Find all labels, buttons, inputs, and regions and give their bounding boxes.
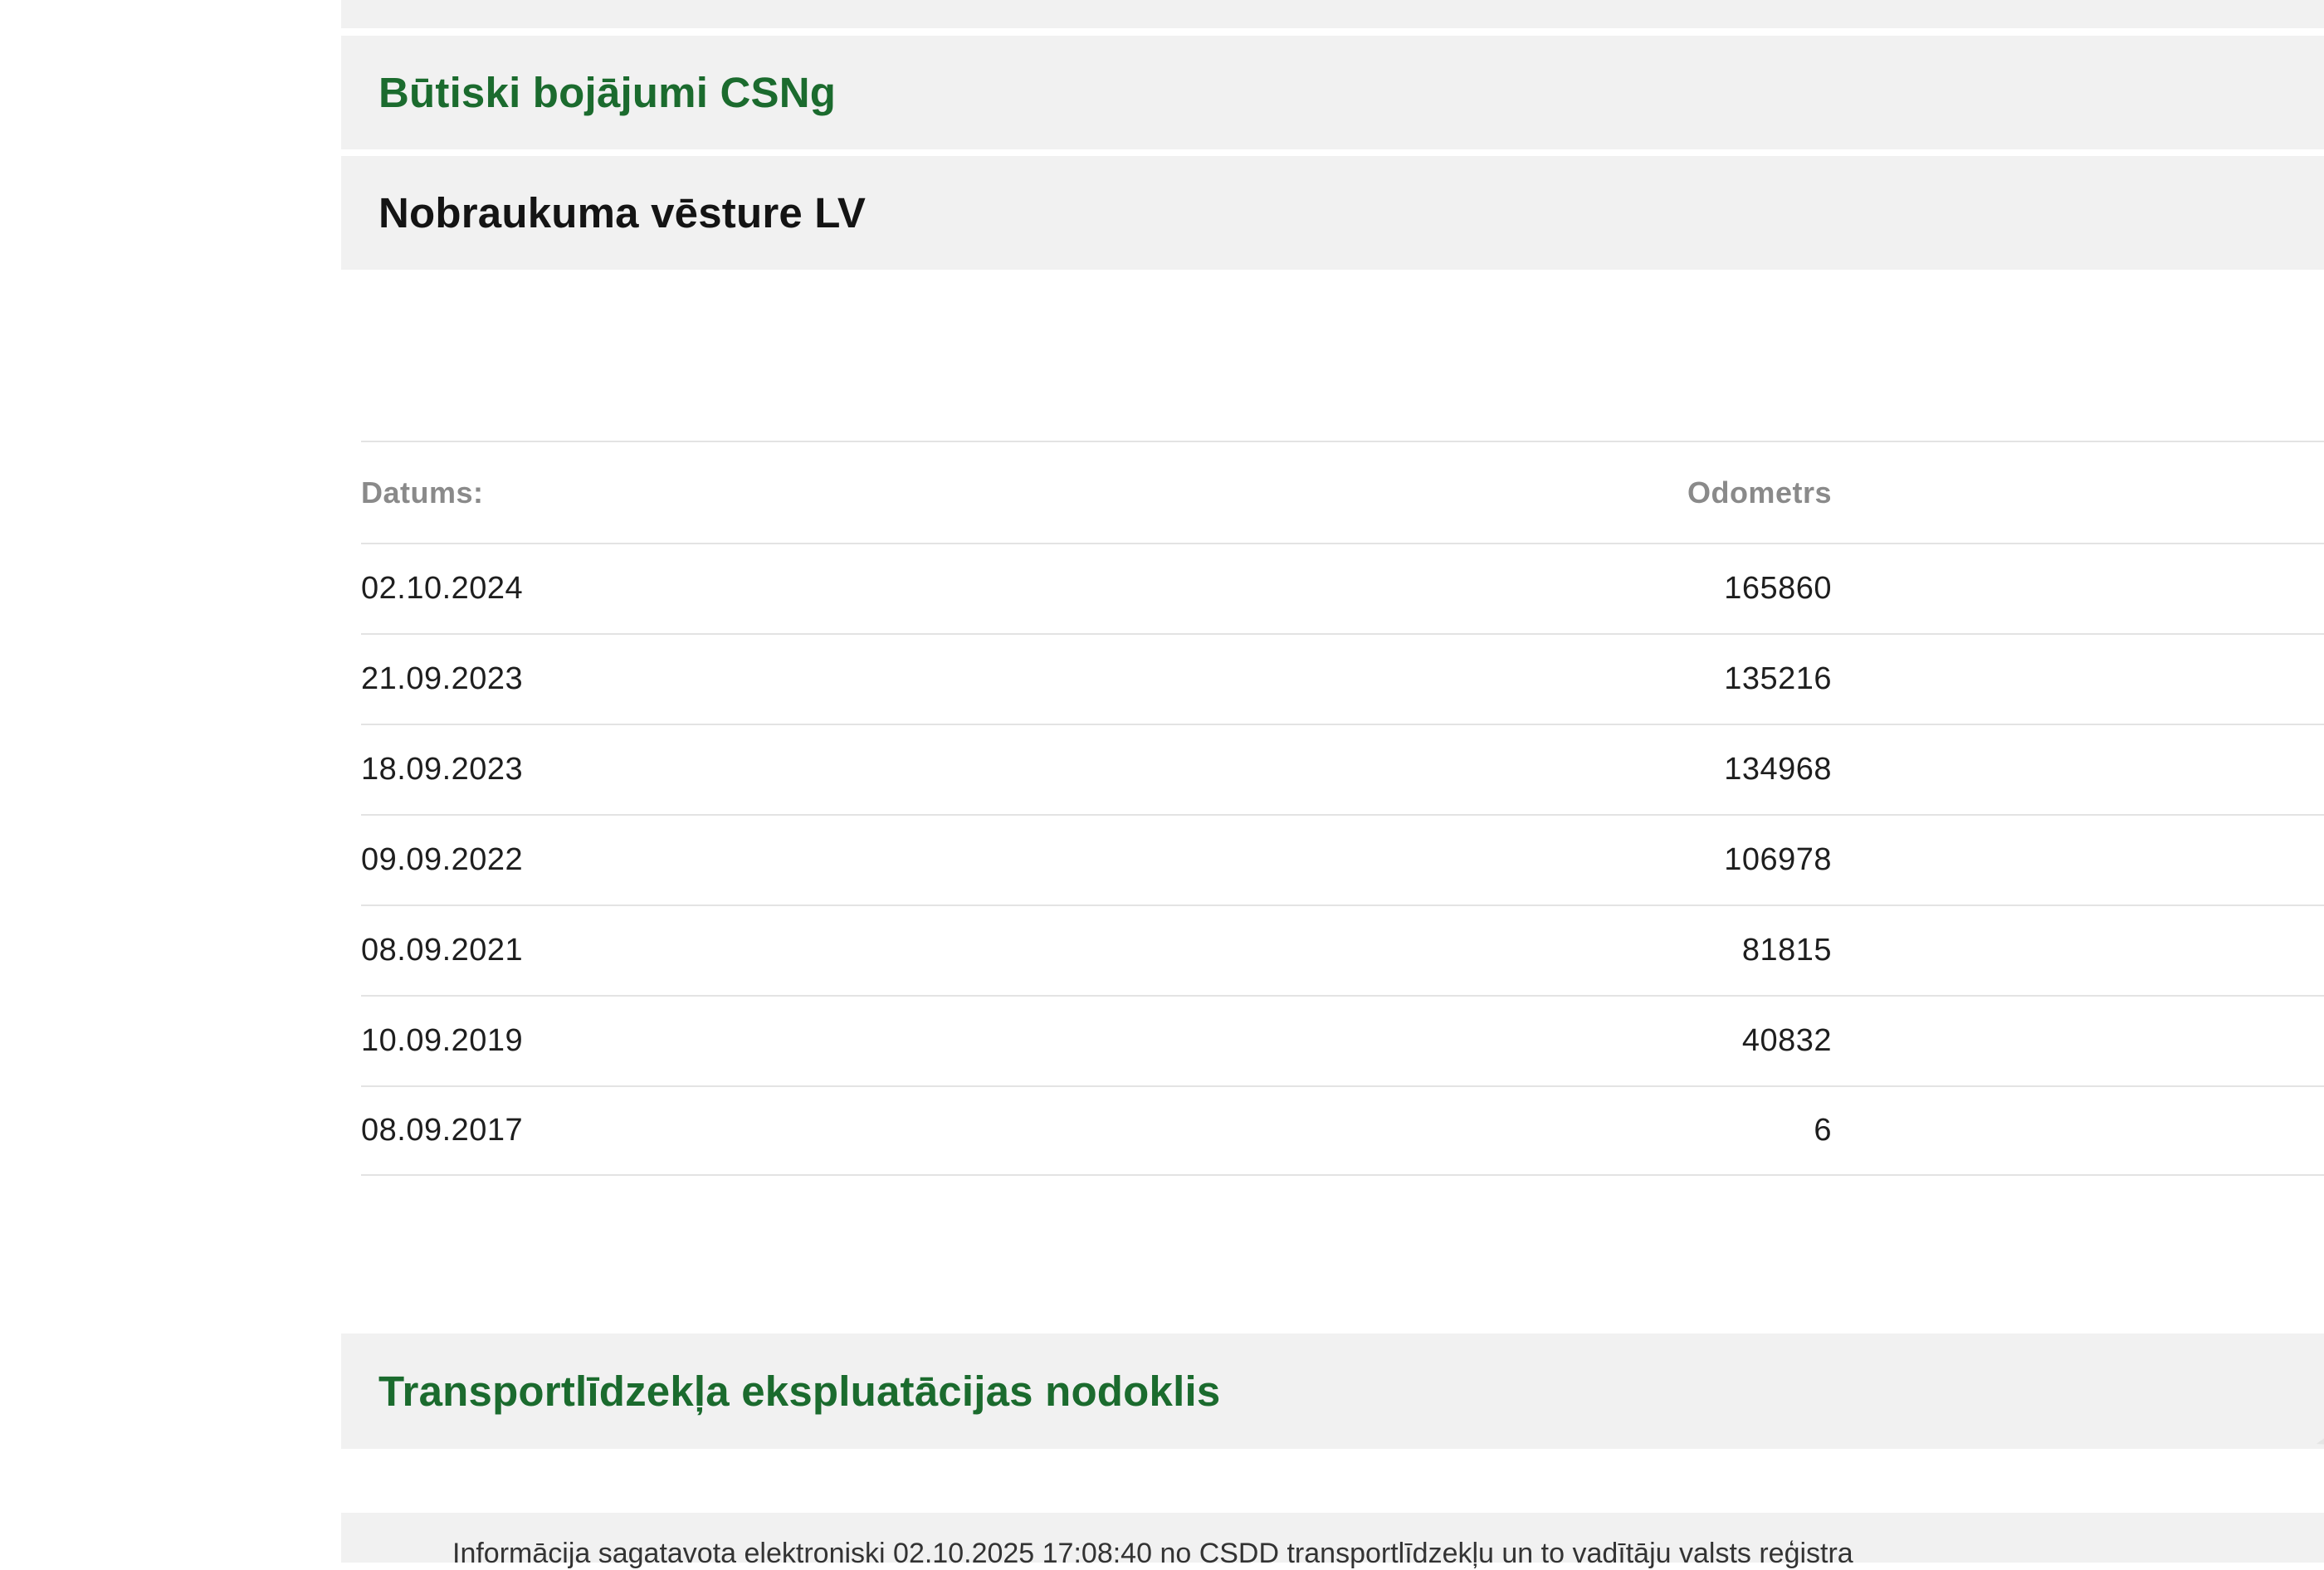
row-odometer: 40832	[1741, 1023, 1832, 1058]
watermark-logo	[2317, 1438, 2324, 1445]
section-nodoklis-title[interactable]: Transportlīdzekļa ekspluatācijas nodokli…	[378, 1367, 1220, 1416]
section-bojajumi-title[interactable]: Būtiski bojājumi CSNg	[378, 68, 836, 117]
table-row: 18.09.2023 134968	[361, 724, 2324, 814]
vehicle-report-content: Būtiski bojājumi CSNg Nobraukuma vēsture…	[341, 0, 2324, 1569]
table-header-row: Datums: Odometrs	[361, 441, 2324, 543]
column-header-odometer: Odometrs	[1687, 475, 1832, 510]
row-odometer: 106978	[1724, 842, 1832, 877]
section-nobraukums[interactable]: Nobraukuma vēsture LV	[341, 156, 2324, 270]
section-bojajumi[interactable]: Būtiski bojājumi CSNg	[341, 36, 2324, 149]
footer-info-text: Informācija sagatavota elektroniski 02.1…	[452, 1537, 1853, 1569]
row-odometer: 165860	[1724, 571, 1832, 606]
table-row: 09.09.2022 106978	[361, 814, 2324, 904]
column-header-date: Datums:	[361, 475, 484, 510]
table-row: 08.09.2017 6	[361, 1085, 2324, 1176]
table-row: 21.09.2023 135216	[361, 633, 2324, 724]
row-date: 10.09.2019	[361, 1023, 524, 1058]
row-odometer: 135216	[1724, 661, 1832, 696]
table-row: 10.09.2019 40832	[361, 995, 2324, 1085]
table-row: 08.09.2021 81815	[361, 904, 2324, 995]
row-date: 21.09.2023	[361, 661, 524, 696]
mileage-history-table: Datums: Odometrs 02.10.2024 165860 21.09…	[361, 441, 2324, 1176]
section-nodoklis[interactable]: Transportlīdzekļa ekspluatācijas nodokli…	[341, 1334, 2324, 1449]
row-date: 08.09.2017	[361, 1113, 524, 1148]
row-date: 08.09.2021	[361, 933, 524, 968]
row-odometer: 81815	[1741, 933, 1832, 968]
section-nobraukums-title[interactable]: Nobraukuma vēsture LV	[378, 188, 866, 237]
table-row: 02.10.2024 165860	[361, 543, 2324, 633]
row-odometer: 134968	[1724, 752, 1832, 787]
row-date: 09.09.2022	[361, 842, 524, 877]
previous-section-bar[interactable]	[341, 0, 2324, 28]
row-date: 02.10.2024	[361, 571, 524, 606]
footer-info-bar: Informācija sagatavota elektroniski 02.1…	[341, 1513, 2324, 1569]
row-odometer: 6	[1814, 1113, 1832, 1148]
row-date: 18.09.2023	[361, 752, 524, 787]
